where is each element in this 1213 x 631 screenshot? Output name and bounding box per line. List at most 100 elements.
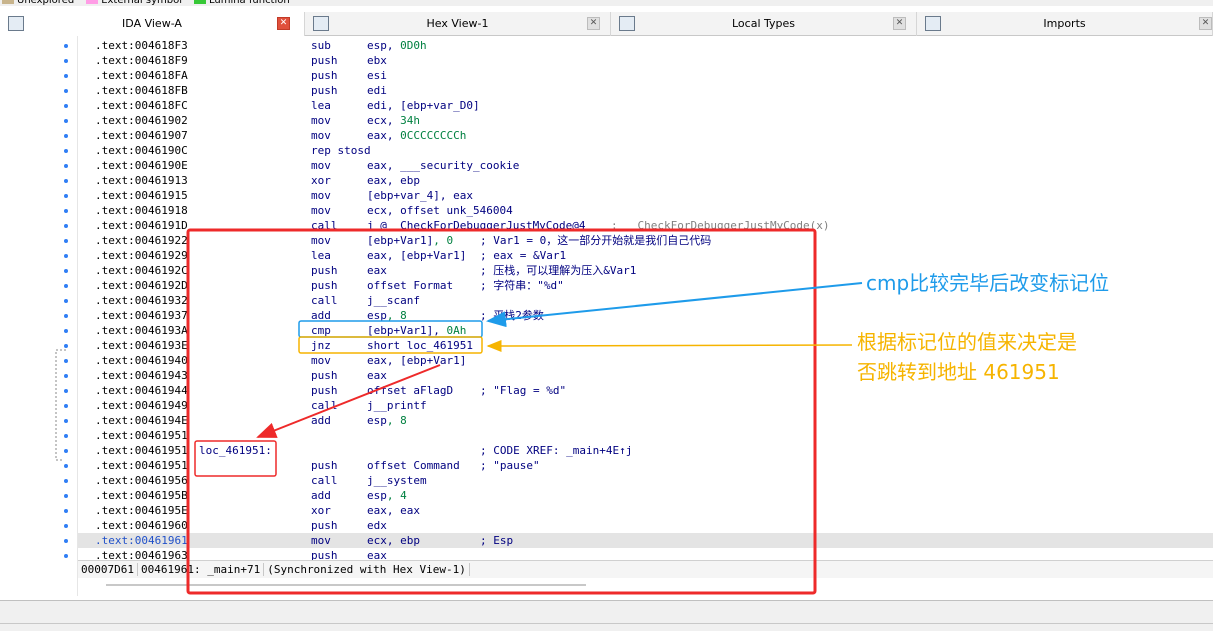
row-operands[interactable]: eax, eax [367,503,420,518]
row-operands[interactable]: edi, [ebp+var_D0] [367,98,480,113]
row-operands[interactable]: offset Command [367,458,460,473]
listing-row[interactable]: .text:00461963 push eax [78,548,1213,560]
disassembly-listing[interactable]: .text:004618F3 sub esp, 0D0h .text:004618F9… [78,36,1213,560]
breakpoint-dot[interactable] [64,119,68,123]
listing-row[interactable]: .text:00461951 [78,428,1213,443]
row-operands[interactable]: j__scanf [367,293,420,308]
row-operands[interactable]: edi [367,83,387,98]
row-operands[interactable]: [ebp+Var1], 0Ah [367,323,466,338]
listing-row[interactable]: .text:00461902 mov ecx, 34h [78,113,1213,128]
breakpoint-dot[interactable] [64,494,68,498]
listing-row[interactable]: .text:00461949 call j__printf [78,398,1213,413]
breakpoint-dot[interactable] [64,104,68,108]
breakpoint-dot[interactable] [64,344,68,348]
listing-row[interactable]: .text:0046195B add esp, 4 [78,488,1213,503]
breakpoint-dot[interactable] [64,419,68,423]
listing-row[interactable]: .text:00461960 push edx [78,518,1213,533]
listing-row[interactable]: .text:0046195E xor eax, eax [78,503,1213,518]
row-operands[interactable]: j_@__CheckForDebuggerJustMyCode@4 [367,218,586,233]
listing-row[interactable]: .text:00461922 mov [ebp+Var1], 0 ; Var1 = 0… [78,233,1213,248]
close-tab-icon[interactable]: ✕ [587,17,600,30]
row-operands[interactable]: offset Format [367,278,453,293]
close-tab-icon[interactable]: ✕ [1199,17,1212,30]
row-operands[interactable]: eax, [ebp+Var1] [367,353,466,368]
row-label[interactable]: loc_461951: [199,443,272,458]
breakpoint-dot[interactable] [64,74,68,78]
row-operands[interactable]: ebx [367,53,387,68]
listing-row[interactable]: .text:0046190C rep stosd [78,143,1213,158]
listing-row[interactable]: .text:00461929 lea eax, [ebp+Var1] ; eax = … [78,248,1213,263]
breakpoint-dot[interactable] [64,89,68,93]
breakpoint-dot[interactable] [64,539,68,543]
row-operands[interactable]: edx [367,518,387,533]
row-operands[interactable]: j__system [367,473,427,488]
row-operands[interactable]: [ebp+Var1], 0 [367,233,453,248]
listing-row[interactable]: .text:004618F9 push ebx [78,53,1213,68]
tab-imports[interactable]: Imports ✕ [917,12,1213,36]
tab-hex-view-1[interactable]: Hex View-1 ✕ [305,12,611,36]
horizontal-scrollbar[interactable] [78,578,1213,594]
row-operands[interactable]: esp, 8 [367,308,407,323]
breakpoint-dot[interactable] [64,134,68,138]
listing-row[interactable]: .text:004618FC lea edi, [ebp+var_D0] [78,98,1213,113]
breakpoint-dot[interactable] [64,44,68,48]
breakpoint-dot[interactable] [64,179,68,183]
breakpoint-dot[interactable] [64,389,68,393]
breakpoint-dot[interactable] [64,239,68,243]
listing-row[interactable]: .text:00461956 call j__system [78,473,1213,488]
listing-row[interactable]: .text:0046194E add esp, 8 [78,413,1213,428]
row-operands[interactable]: ecx, ebp [367,533,420,548]
listing-row[interactable]: .text:00461915 mov [ebp+var_4], eax [78,188,1213,203]
row-operands[interactable]: esp, 0D0h [367,38,427,53]
listing-row[interactable]: .text:00461918 mov ecx, offset unk_546004 [78,203,1213,218]
breakpoint-dot[interactable] [64,434,68,438]
listing-row[interactable]: .text:00461913 xor eax, ebp [78,173,1213,188]
row-operands[interactable]: eax, 0CCCCCCCCh [367,128,466,143]
breakpoint-dot[interactable] [64,479,68,483]
listing-row[interactable]: .text:00461951 loc_461951: ; CODE XREF: _m… [78,443,1213,458]
listing-row[interactable]: .text:00461937 add esp, 8 ; 平栈2参数 [78,308,1213,323]
breakpoint-dot[interactable] [64,314,68,318]
listing-row[interactable]: .text:0046191D call j_@__CheckForDebuggerJ… [78,218,1213,233]
tab-local-types[interactable]: Local Types ✕ [611,12,917,36]
breakpoint-dot[interactable] [64,524,68,528]
breakpoint-dot[interactable] [64,449,68,453]
breakpoint-dot[interactable] [64,284,68,288]
breakpoint-dot[interactable] [64,554,68,558]
row-operands[interactable]: eax, ebp [367,173,420,188]
breakpoint-dot[interactable] [64,509,68,513]
row-operands[interactable]: offset aFlagD [367,383,453,398]
listing-row[interactable]: .text:004618FA push esi [78,68,1213,83]
breakpoint-dot[interactable] [64,254,68,258]
breakpoint-dot[interactable] [64,224,68,228]
row-operands[interactable]: [ebp+var_4], eax [367,188,473,203]
close-tab-icon[interactable]: ✕ [893,17,906,30]
row-operands[interactable]: eax [367,263,387,278]
breakpoint-dot[interactable] [64,359,68,363]
breakpoint-dot[interactable] [64,374,68,378]
row-operands[interactable]: short loc_461951 [367,338,473,353]
scrollbar-thumb[interactable] [106,584,586,586]
breakpoint-dot[interactable] [64,329,68,333]
breakpoint-dot[interactable] [64,464,68,468]
breakpoint-dot[interactable] [64,59,68,63]
close-tab-icon[interactable]: ✕ [277,17,290,30]
listing-row[interactable]: .text:00461961 mov ecx, ebp ; Esp [78,533,1213,548]
breakpoint-dot[interactable] [64,209,68,213]
row-operands[interactable]: eax, ___security_cookie [367,158,519,173]
breakpoint-dot[interactable] [64,269,68,273]
row-operands[interactable]: eax, [ebp+Var1] [367,248,466,263]
row-operands[interactable]: j__printf [367,398,427,413]
listing-row[interactable]: .text:0046190E mov eax, ___security_cookie [78,158,1213,173]
row-operands[interactable]: ecx, offset unk_546004 [367,203,513,218]
tab-ida-view-a[interactable]: IDA View-A ✕ [0,12,305,36]
row-operands[interactable]: eax [367,548,387,560]
row-operands[interactable]: esp, 4 [367,488,407,503]
row-operands[interactable]: ecx, 34h [367,113,420,128]
row-operands[interactable]: eax [367,368,387,383]
breakpoint-dot[interactable] [64,164,68,168]
breakpoint-dot[interactable] [64,149,68,153]
breakpoint-dot[interactable] [64,299,68,303]
row-operands[interactable]: esi [367,68,387,83]
breakpoint-dot[interactable] [64,194,68,198]
